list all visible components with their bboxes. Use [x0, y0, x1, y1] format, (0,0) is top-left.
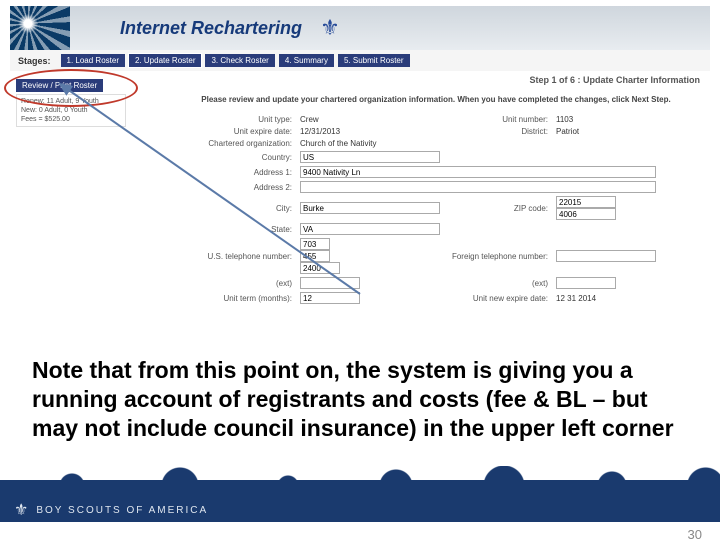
expire-label: Unit expire date: — [172, 127, 292, 136]
app-title: Internet Rechartering — [120, 18, 302, 39]
slide-caption: Note that from this point on, the system… — [32, 356, 692, 442]
city-input[interactable] — [300, 202, 440, 214]
ext2-input[interactable] — [556, 277, 616, 289]
unit-type-label: Unit type: — [172, 115, 292, 124]
instructions: Please review and update your chartered … — [172, 95, 700, 105]
new-expire-label: Unit new expire date: — [448, 294, 548, 303]
country-label: Country: — [172, 153, 292, 162]
addr2-input[interactable] — [300, 181, 656, 193]
phone2-input[interactable] — [300, 250, 330, 262]
stage-1[interactable]: 1. Load Roster — [61, 54, 125, 67]
term-input[interactable] — [300, 292, 360, 304]
zip1-input[interactable] — [556, 196, 616, 208]
expire-value: 12/31/2013 — [300, 127, 440, 136]
sunburst-graphic — [10, 6, 70, 50]
foreign-phone-input[interactable] — [556, 250, 656, 262]
stages-bar: Stages: 1. Load Roster 2. Update Roster … — [10, 50, 710, 71]
district-value: Patriot — [556, 127, 656, 136]
app-banner: Internet Rechartering ⚜ — [10, 6, 710, 50]
ext1-label: (ext) — [172, 279, 292, 288]
zip2-input[interactable] — [556, 208, 616, 220]
phone-label: U.S. telephone number: — [172, 252, 292, 261]
city-label: City: — [172, 204, 292, 213]
left-sidebar: Review / Print Roster Renew: 11 Adult, 9… — [10, 71, 162, 308]
addr1-input[interactable] — [300, 166, 656, 178]
footer-org-text: BOY SCOUTS OF AMERICA — [36, 505, 208, 516]
ext1-input[interactable] — [300, 277, 360, 289]
term-label: Unit term (months): — [172, 294, 292, 303]
phone1-input[interactable] — [300, 238, 330, 250]
form-panel: Step 1 of 6 : Update Charter Information… — [162, 71, 710, 308]
tally-new: New: 0 Adult, 0 Youth — [21, 106, 121, 115]
fleur-de-lis-icon: ⚜ — [316, 14, 344, 42]
app-screenshot: Internet Rechartering ⚜ Stages: 1. Load … — [10, 6, 710, 342]
unit-number-label: Unit number: — [448, 115, 548, 124]
foreign-phone-label: Foreign telephone number: — [448, 252, 548, 261]
addr1-label: Address 1: — [172, 168, 292, 177]
stage-3[interactable]: 3. Check Roster — [205, 54, 274, 67]
stage-5[interactable]: 5. Submit Roster — [338, 54, 410, 67]
unit-type-value: Crew — [300, 115, 440, 124]
tally-fees: Fees = $525.00 — [21, 115, 121, 124]
country-input[interactable] — [300, 151, 440, 163]
unit-number-value: 1103 — [556, 115, 656, 124]
stage-2[interactable]: 2. Update Roster — [129, 54, 201, 67]
fleur-de-lis-small-icon: ⚜ — [14, 500, 30, 520]
ext2-label: (ext) — [448, 279, 548, 288]
step-header: Step 1 of 6 : Update Charter Information — [172, 75, 700, 85]
state-input[interactable] — [300, 223, 440, 235]
slide-footer: ⚜ BOY SCOUTS OF AMERICA — [0, 480, 720, 522]
running-tally: Renew: 11 Adult, 9 Youth New: 0 Adult, 0… — [16, 94, 126, 127]
state-label: State: — [172, 225, 292, 234]
new-expire-value: 12 31 2014 — [556, 294, 656, 303]
org-value: Church of the Nativity — [300, 139, 656, 148]
district-label: District: — [448, 127, 548, 136]
tally-renew: Renew: 11 Adult, 9 Youth — [21, 97, 121, 106]
stages-label: Stages: — [18, 56, 51, 66]
org-label: Chartered organization: — [172, 139, 292, 148]
zip-label: ZIP code: — [448, 204, 548, 213]
charter-form: Unit type: Crew Unit number: 1103 Unit e… — [172, 115, 700, 304]
review-print-button[interactable]: Review / Print Roster — [16, 79, 103, 92]
stage-4[interactable]: 4. Summary — [279, 54, 334, 67]
addr2-label: Address 2: — [172, 183, 292, 192]
footer-logo: ⚜ BOY SCOUTS OF AMERICA — [14, 500, 208, 520]
phone3-input[interactable] — [300, 262, 340, 274]
